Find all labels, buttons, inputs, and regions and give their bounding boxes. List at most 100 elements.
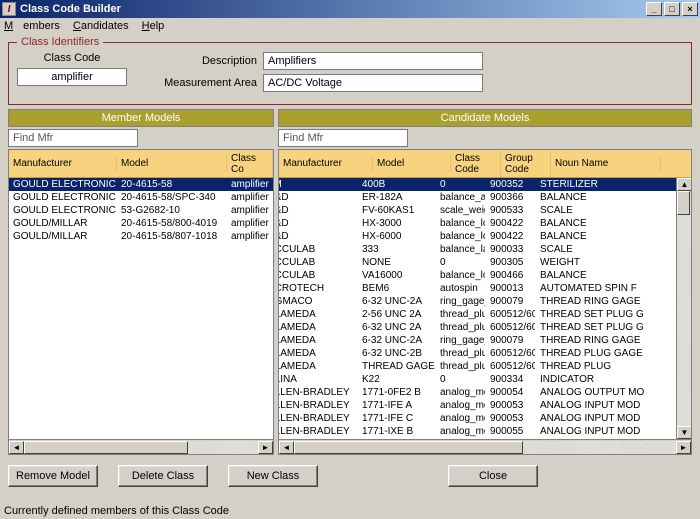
column-header[interactable]: Group Code: [501, 151, 551, 177]
table-cell: ER-182A: [358, 192, 436, 203]
table-cell: amplifier: [227, 218, 273, 229]
member-hscroll[interactable]: ◄ ►: [9, 439, 273, 454]
close-window-button[interactable]: ×: [682, 2, 698, 16]
table-cell: balance_a: [436, 192, 486, 203]
table-row[interactable]: AGMACO6-32 UNC-2Aring_gage_900079THREAD …: [278, 295, 676, 308]
table-cell: A&D: [278, 231, 358, 242]
table-row[interactable]: A&DER-182Abalance_a900366BALANCE: [278, 191, 676, 204]
column-header[interactable]: Manufacturer: [9, 156, 117, 171]
table-cell: VA16000: [358, 270, 436, 281]
table-cell: THREAD PLUG: [536, 361, 646, 372]
status-text: Currently defined members of this Class …: [4, 505, 229, 517]
scroll-down-icon[interactable]: ▼: [677, 426, 692, 439]
table-row[interactable]: ALAMEDA6-32 UNC-2Aring_gage_900079THREAD…: [278, 334, 676, 347]
class-code-input[interactable]: [17, 68, 127, 86]
candidate-find-mfr-input[interactable]: [278, 129, 408, 147]
scroll-left-icon[interactable]: ◄: [9, 441, 24, 454]
menubar: Members Candidates Help: [0, 18, 700, 35]
new-class-button[interactable]: New Class: [228, 465, 318, 487]
table-cell: SCALE: [536, 244, 646, 255]
description-input[interactable]: [263, 52, 483, 70]
minimize-button[interactable]: _: [646, 2, 662, 16]
table-cell: ALAMEDA: [278, 348, 358, 359]
remove-model-button[interactable]: Remove Model: [8, 465, 98, 487]
table-row[interactable]: ACCULABNONE0900305WEIGHT: [278, 256, 676, 269]
table-cell: 900053: [486, 400, 536, 411]
menu-members[interactable]: Members: [4, 20, 60, 32]
table-cell: K22: [358, 374, 436, 385]
table-cell: 20-4615-58/800-4019: [117, 218, 227, 229]
column-header[interactable]: Manufacturer: [279, 156, 373, 171]
menu-help[interactable]: Help: [142, 20, 165, 32]
table-row[interactable]: ALLEN-BRADLEY1771-IFE Aanalog_mo900053AN…: [278, 399, 676, 412]
table-cell: analog_mo: [436, 413, 486, 424]
table-cell: 900079: [486, 335, 536, 346]
scroll-up-icon[interactable]: ▲: [677, 178, 692, 191]
window-title: Class Code Builder: [20, 3, 121, 15]
table-cell: 6-32 UNC-2B: [358, 348, 436, 359]
scroll-right-icon[interactable]: ►: [676, 441, 691, 454]
table-cell: 1771-IFE A: [358, 400, 436, 411]
table-row[interactable]: A&DHX-3000balance_lo900422BALANCE: [278, 217, 676, 230]
column-header[interactable]: Model: [373, 156, 451, 171]
menu-candidates[interactable]: Candidates: [73, 20, 129, 32]
table-row[interactable]: ALLEN-BRADLEY1771-0FE2 Banalog_mo900054A…: [278, 386, 676, 399]
table-cell: AGMACO: [278, 296, 358, 307]
table-row[interactable]: ALAMEDA2-56 UNC 2Athread_plu600512/601TH…: [278, 308, 676, 321]
scroll-right-icon[interactable]: ►: [258, 441, 273, 454]
column-header[interactable]: Class Co: [227, 151, 273, 177]
column-header[interactable]: Class Code: [451, 151, 501, 177]
table-cell: INDICATOR: [536, 374, 646, 385]
candidate-vscroll[interactable]: ▲ ▼: [676, 178, 691, 439]
member-find-mfr-input[interactable]: [8, 129, 138, 147]
table-cell: 900352: [486, 179, 536, 190]
table-cell: 1771-IFE C: [358, 413, 436, 424]
table-cell: 900053: [486, 413, 536, 424]
table-row[interactable]: GOULD/MILLAR20-4615-58/807-1018amplifier: [9, 230, 273, 243]
table-cell: 6-32 UNC-2A: [358, 296, 436, 307]
table-row[interactable]: ALAMEDA6-32 UNC 2Athread_plu600512/601TH…: [278, 321, 676, 334]
table-cell: 20-4615-58: [117, 179, 227, 190]
table-cell: balance_la: [436, 244, 486, 255]
table-cell: 6-32 UNC 2A: [358, 322, 436, 333]
table-row[interactable]: GOULD ELECTRONICS20-4615-58amplifier: [9, 178, 273, 191]
table-row[interactable]: GOULD/MILLAR20-4615-58/800-4019amplifier: [9, 217, 273, 230]
delete-class-button[interactable]: Delete Class: [118, 465, 208, 487]
table-row[interactable]: A&DFV-60KAS1scale_weig900533SCALE: [278, 204, 676, 217]
table-cell: 600512/601: [486, 322, 536, 333]
column-header[interactable]: Noun Name: [551, 156, 661, 171]
table-row[interactable]: ALLEN-BRADLEY1771-IXE Banalog_mo900055AN…: [278, 425, 676, 438]
table-cell: 600512/601: [486, 309, 536, 320]
table-cell: balance_lo: [436, 218, 486, 229]
candidate-hscroll[interactable]: ◄ ►: [279, 439, 691, 454]
table-cell: THREAD SET PLUG G: [536, 309, 646, 320]
maximize-button[interactable]: □: [664, 2, 680, 16]
table-cell: BEM6: [358, 283, 436, 294]
table-row[interactable]: ACCULABVA16000balance_lo900466BALANCE: [278, 269, 676, 282]
table-row[interactable]: ALLEN-BRADLEY1771-IFE Canalog_mo900053AN…: [278, 412, 676, 425]
scroll-left-icon[interactable]: ◄: [279, 441, 294, 454]
table-cell: HX-6000: [358, 231, 436, 242]
table-cell: WEIGHT: [536, 257, 646, 268]
table-row[interactable]: ACCULAB333balance_la900033SCALE: [278, 243, 676, 256]
table-cell: HX-3000: [358, 218, 436, 229]
table-cell: THREAD GAGE: [358, 361, 436, 372]
table-cell: amplifier: [227, 205, 273, 216]
table-row[interactable]: A&DHX-6000balance_lo900422BALANCE: [278, 230, 676, 243]
table-row[interactable]: ACROTECHBEM6autospin900013AUTOMATED SPIN…: [278, 282, 676, 295]
table-row[interactable]: ALINAK220900334INDICATOR: [278, 373, 676, 386]
table-cell: 900466: [486, 270, 536, 281]
table-row[interactable]: ALAMEDA6-32 UNC-2Bthread_plu600512/601TH…: [278, 347, 676, 360]
table-row[interactable]: GOULD ELECTRONICS20-4615-58/SPC-340ampli…: [9, 191, 273, 204]
table-cell: 900033: [486, 244, 536, 255]
table-cell: thread_plu: [436, 361, 486, 372]
table-cell: 53-G2682-10: [117, 205, 227, 216]
column-header[interactable]: Model: [117, 156, 227, 171]
table-row[interactable]: 3M400B0900352STERILIZER: [278, 178, 676, 191]
close-button[interactable]: Close: [448, 465, 538, 487]
table-cell: ANALOG OUTPUT MO: [536, 387, 646, 398]
table-row[interactable]: ALAMEDATHREAD GAGEthread_plu600512/601TH…: [278, 360, 676, 373]
table-cell: ANALOG INPUT MOD: [536, 426, 646, 437]
table-row[interactable]: GOULD ELECTRONICS53-G2682-10amplifier: [9, 204, 273, 217]
measurement-area-input[interactable]: [263, 74, 483, 92]
